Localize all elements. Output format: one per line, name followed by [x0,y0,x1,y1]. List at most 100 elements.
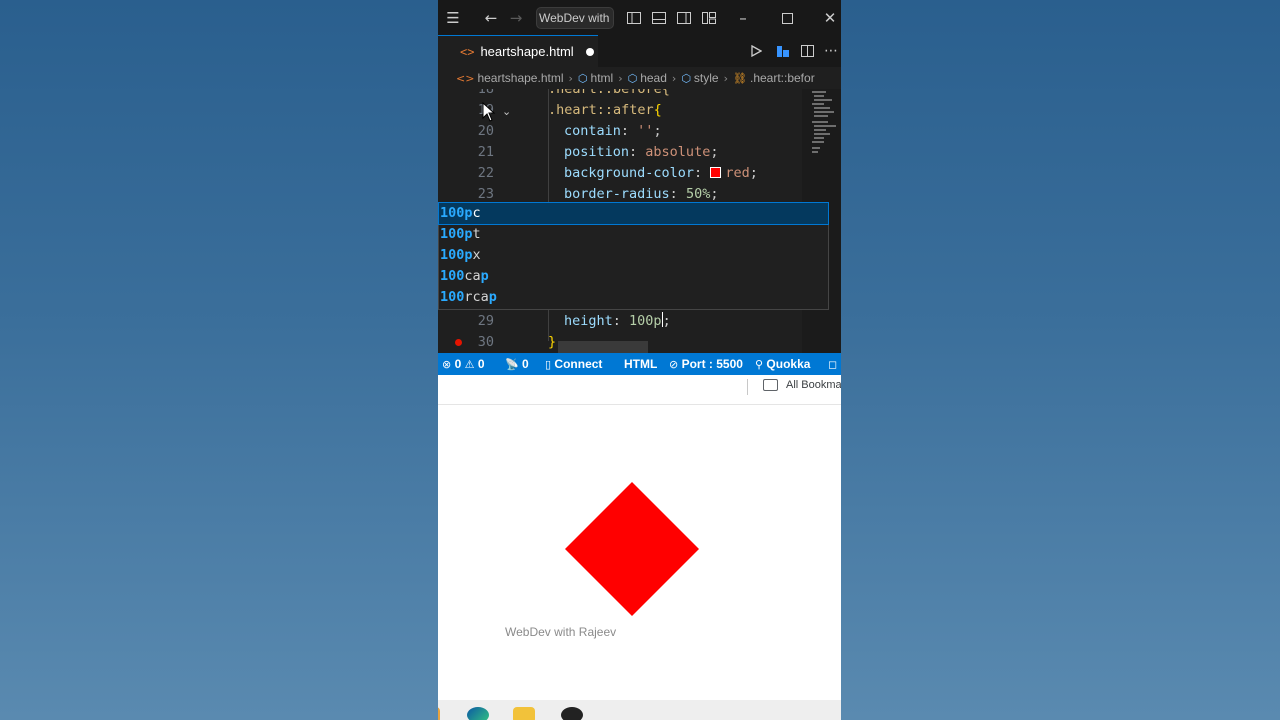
line-number: 30 [477,334,494,350]
code-value: red [725,165,750,181]
line-number: 22 [477,165,494,181]
mouse-pointer-icon [482,102,496,122]
back-arrow-icon[interactable]: ← [480,7,502,29]
browser-preview: All Bookma WebDev with Rajeev [438,375,841,700]
all-bookmarks-link[interactable]: All Bookma [786,379,841,391]
command-center-search[interactable]: WebDev with Ra [536,7,614,29]
maximize-icon[interactable] [776,7,798,29]
code-property: background-color [564,165,695,181]
code-line-21: 21 position: absolute; [438,142,798,163]
breakpoint-icon[interactable] [455,339,462,346]
notifications-icon[interactable]: ◻ [828,353,837,375]
code-brace: } [548,334,557,350]
code-line-22: 22 background-color: red; [438,163,798,184]
quokka-status[interactable]: ⚲ Quokka [755,353,810,375]
suggest-widget: 100pc 100pt 100px 100cap 100rcap [438,202,829,310]
more-actions-icon[interactable]: ⋯ [820,40,841,62]
breadcrumb-item-file[interactable]: heartshape.html [477,71,563,85]
customize-layout-icon[interactable] [698,7,720,29]
forward-arrow-icon[interactable]: → [505,7,527,29]
line-number: 18 [477,89,494,97]
code-value: absolute [645,144,711,160]
file-explorer-icon[interactable] [513,707,535,720]
tab-heartshape-html[interactable]: <> heartshape.html [438,35,598,67]
chevron-right-icon: › [671,71,677,85]
suggestion-item[interactable]: 100pc [438,202,829,225]
tab-label: heartshape.html [480,44,574,59]
code-selector: .heart::before{ [548,89,670,97]
code-content: position: absolute; [564,144,719,160]
menu-icon[interactable]: ☰ [442,7,464,29]
code-selector: .heart::after [548,102,654,118]
title-bar: ☰ ← → WebDev with Ra – ✕ [438,0,841,35]
toggle-sidebar-icon[interactable] [623,7,645,29]
bookmarks-bar: All Bookma [438,375,841,405]
horizontal-scrollbar[interactable] [558,341,648,353]
editor-tab-bar: <> heartshape.html ⋯ [438,35,841,67]
code-line-29: 29 height: 100p; [438,311,798,332]
warning-icon: ⚠ [464,358,475,371]
ports-status[interactable]: 📡 0 [505,353,529,375]
suggestion-item[interactable]: 100cap [439,266,828,287]
line-number: 21 [477,144,494,160]
folder-icon [763,379,778,391]
problems-status[interactable]: ⊗ 0 ⚠ 0 [442,353,485,375]
breadcrumb-item-html[interactable]: html [591,71,614,85]
code-value: 50% [685,186,711,202]
minimize-icon[interactable]: – [732,7,754,29]
code-content: contain: ''; [564,123,662,139]
live-server-port[interactable]: ⊘ Port : 5500 [669,353,743,375]
toggle-secondary-sidebar-icon[interactable] [673,7,695,29]
app-icon[interactable] [438,707,440,720]
line-number: 29 [477,313,494,329]
error-icon: ⊗ [442,358,452,371]
suggestion-item[interactable]: 100px [439,245,828,266]
code-line-20: 20 contain: ''; [438,121,798,142]
language-mode[interactable]: HTML [624,353,657,375]
split-editor-icon[interactable] [796,40,818,62]
go-live-icon[interactable] [772,40,794,62]
suggestion-item[interactable]: 100pt [439,224,828,245]
code-property: height [564,313,613,329]
taskbar [438,700,841,720]
code-brace: { [653,102,662,118]
html-file-icon: <> [456,71,475,85]
css-selector-icon: ⛓ [733,71,747,85]
color-swatch-icon[interactable] [710,167,722,178]
connect-status[interactable]: ▯ Connect [545,353,602,375]
code-content: height: 100p; [564,312,671,329]
quokka-icon: ⚲ [755,358,764,371]
app-icon[interactable] [561,707,583,720]
element-cube-icon: ⬡ [577,71,588,85]
code-value: 100p [629,313,662,329]
line-number: 20 [477,123,494,139]
edge-browser-icon[interactable] [467,707,489,720]
code-content: .heart::after{ [548,100,662,121]
suggestion-item[interactable]: 100rcap [439,287,828,308]
code-value: '' [637,123,654,139]
breadcrumb-item-head[interactable]: head [640,71,667,85]
search-text: WebDev with Ra [539,11,613,25]
fold-chevron-icon[interactable]: ⌄ [502,105,511,118]
element-cube-icon: ⬡ [681,71,691,85]
database-icon: ▯ [545,358,552,371]
red-diamond [565,482,699,616]
breadcrumb-item-selector[interactable]: .heart::befor [750,71,815,85]
close-icon[interactable]: ✕ [819,7,841,29]
watermark-text: WebDev with Rajeev [505,625,617,639]
screen-frame: ☰ ← → WebDev with Ra – ✕ <> heartshape.h… [438,0,841,720]
element-cube-icon: ⬡ [627,71,638,85]
breadcrumb-item-style[interactable]: style [694,71,719,85]
run-icon[interactable] [745,40,767,62]
broadcast-icon: 📡 [505,358,519,371]
chevron-right-icon: › [568,71,573,85]
divider [747,379,748,395]
toggle-panel-icon[interactable] [648,7,670,29]
status-bar: ⊗ 0 ⚠ 0 📡 0 ▯ Connect HTML ⊘ Port : 5500… [438,353,841,375]
breadcrumb: <> heartshape.html › ⬡ html › ⬡ head › ⬡… [438,67,841,89]
html-file-icon: <> [460,44,475,59]
code-property: border-radius [564,186,670,202]
code-content: background-color: red; [564,165,758,181]
code-line-18: 18 .heart::before{ [438,89,798,100]
unsaved-dot-icon[interactable] [585,47,594,56]
